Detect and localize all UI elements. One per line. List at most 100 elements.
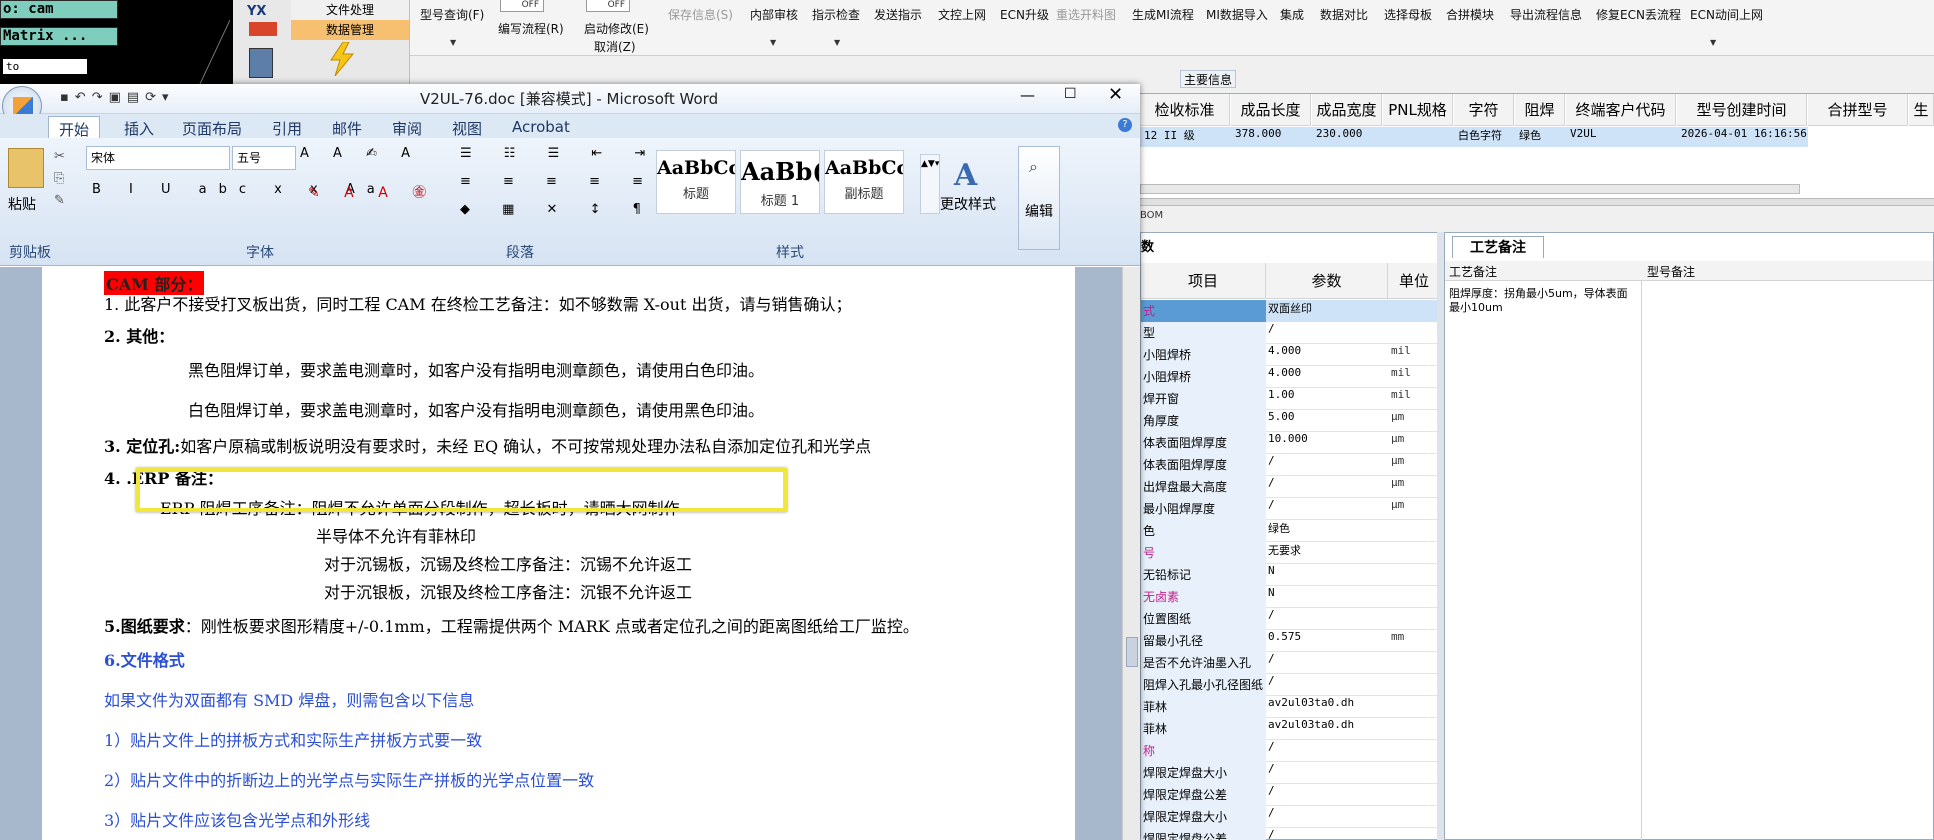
param-item[interactable]: 留最小孔径: [1141, 630, 1266, 652]
param-value[interactable]: /: [1266, 806, 1388, 828]
grid-cell[interactable]: [1383, 127, 1454, 147]
param-item[interactable]: 焊限定焊盘大小: [1141, 762, 1266, 784]
param-unit[interactable]: [1388, 652, 1441, 674]
param-value[interactable]: /: [1266, 322, 1388, 344]
toolbar-internal-review[interactable]: 内部审核: [750, 6, 798, 23]
col-item[interactable]: 项目: [1141, 263, 1266, 299]
param-item[interactable]: 最小阻焊厚度: [1141, 498, 1266, 520]
param-unit[interactable]: [1388, 718, 1441, 740]
process-notes-text[interactable]: 阻焊厚度：拐角最小5um，导体表面最小10um: [1449, 287, 1629, 315]
font-size-select[interactable]: 五号: [232, 146, 296, 170]
col-header[interactable]: 成品宽度: [1312, 94, 1382, 126]
splitter-vertical[interactable]: [1437, 232, 1444, 840]
col-header[interactable]: 成品长度: [1231, 94, 1311, 126]
param-unit[interactable]: μm: [1388, 410, 1441, 432]
param-value[interactable]: 5.00: [1266, 410, 1388, 432]
param-item[interactable]: 出焊盘最大高度: [1141, 476, 1266, 498]
tab-params[interactable]: 数: [1141, 237, 1171, 259]
param-value[interactable]: 4.000: [1266, 344, 1388, 366]
param-row[interactable]: 菲林 av2ul03ta0.dh: [1141, 718, 1441, 740]
param-unit[interactable]: [1388, 806, 1441, 828]
param-item[interactable]: 体表面阻焊厚度: [1141, 432, 1266, 454]
param-row[interactable]: 菲林 av2ul03ta0.dh: [1141, 696, 1441, 718]
edit-button[interactable]: ⌕ 编辑: [1018, 146, 1060, 250]
param-unit[interactable]: [1388, 564, 1441, 586]
param-item[interactable]: 无铅标记: [1141, 564, 1266, 586]
param-item[interactable]: 无卤素: [1141, 586, 1266, 608]
param-item[interactable]: 焊开窗: [1141, 388, 1266, 410]
param-row[interactable]: 体表面阻焊厚度 10.000 μm: [1141, 432, 1441, 454]
col-header[interactable]: PNL规格: [1383, 94, 1453, 126]
param-unit[interactable]: [1388, 608, 1441, 630]
param-row[interactable]: 无铅标记 N: [1141, 564, 1441, 586]
param-item[interactable]: 焊限定焊盘公差: [1141, 784, 1266, 806]
param-unit[interactable]: [1388, 520, 1441, 542]
tab-mailings[interactable]: 邮件: [332, 118, 362, 139]
param-row[interactable]: 体表面阻焊厚度 / μm: [1141, 454, 1441, 476]
param-value[interactable]: 绿色: [1266, 520, 1388, 542]
toolbar-fix-ecn[interactable]: 修复ECN丢流程: [1596, 6, 1681, 23]
param-value[interactable]: 4.000: [1266, 366, 1388, 388]
param-unit[interactable]: mil: [1388, 366, 1441, 388]
toolbar-integrate[interactable]: 集成: [1280, 6, 1304, 23]
param-item[interactable]: 角厚度: [1141, 410, 1266, 432]
param-item[interactable]: 型: [1141, 322, 1266, 344]
param-row[interactable]: 焊限定焊盘公差 /: [1141, 784, 1441, 806]
param-item[interactable]: 菲林: [1141, 696, 1266, 718]
param-value[interactable]: /: [1266, 454, 1388, 476]
close-button[interactable]: ✕: [1108, 84, 1123, 105]
grid-cell[interactable]: 230.000: [1312, 127, 1383, 147]
tab-process-notes[interactable]: 工艺备注: [1452, 236, 1544, 258]
param-unit[interactable]: [1388, 762, 1441, 784]
help-icon[interactable]: ?: [1118, 118, 1132, 132]
param-item[interactable]: 焊限定焊盘大小: [1141, 806, 1266, 828]
param-item[interactable]: 称: [1141, 740, 1266, 762]
tab-review[interactable]: 审阅: [392, 118, 422, 139]
param-unit[interactable]: μm: [1388, 476, 1441, 498]
change-styles-button[interactable]: 更改样式: [940, 194, 996, 214]
toolbar-query[interactable]: 型号查询(F): [420, 6, 484, 23]
param-value[interactable]: 1.00: [1266, 388, 1388, 410]
param-row[interactable]: 焊限定焊盘大小 /: [1141, 762, 1441, 784]
param-row[interactable]: 是否不允许油墨入孔 /: [1141, 652, 1441, 674]
param-row[interactable]: 小阻焊桥 4.000 mil: [1141, 366, 1441, 388]
toolbar-upload[interactable]: 文控上网: [938, 6, 986, 23]
grid-cell[interactable]: V2UL: [1566, 127, 1677, 147]
toggle-off-1[interactable]: OFF: [500, 0, 544, 12]
param-unit[interactable]: [1388, 696, 1441, 718]
param-item[interactable]: 阻焊入孔最小孔径图纸: [1141, 674, 1266, 696]
font-name-select[interactable]: 宋体: [86, 146, 230, 170]
toolbar-ecn-online[interactable]: ECN动间上网: [1690, 6, 1763, 23]
param-row[interactable]: 无卤素 N: [1141, 586, 1441, 608]
param-value[interactable]: 0.575: [1266, 630, 1388, 652]
param-value[interactable]: /: [1266, 762, 1388, 784]
col-header[interactable]: 型号创建时间: [1677, 94, 1807, 126]
toolbar-cancel[interactable]: 取消(Z): [594, 38, 636, 55]
font-color-buttons[interactable]: ✎ A A ㊎: [308, 182, 436, 202]
param-unit[interactable]: [1388, 674, 1441, 696]
param-value[interactable]: /: [1266, 476, 1388, 498]
param-row[interactable]: 色绿色: [1141, 520, 1441, 542]
param-item[interactable]: 焊限定焊盘公差: [1141, 828, 1266, 840]
param-value[interactable]: /: [1266, 740, 1388, 762]
param-value[interactable]: av2ul03ta0.dh: [1266, 696, 1388, 718]
param-unit[interactable]: [1388, 784, 1441, 806]
matrix-button[interactable]: Matrix ...: [0, 27, 118, 46]
toolbar-merge[interactable]: 合拼模块: [1446, 6, 1494, 23]
col-unit[interactable]: 单位: [1388, 263, 1441, 299]
menu-file-processing[interactable]: 文件处理: [291, 0, 409, 20]
col-header[interactable]: 检收标准: [1140, 94, 1230, 126]
param-unit[interactable]: [1388, 300, 1441, 322]
param-row[interactable]: 角厚度 5.00 μm: [1141, 410, 1441, 432]
toolbar-write-flow[interactable]: 编写流程(R): [498, 20, 564, 37]
param-item[interactable]: 体表面阻焊厚度: [1141, 454, 1266, 476]
param-item[interactable]: 小阻焊桥: [1141, 344, 1266, 366]
param-value[interactable]: /: [1266, 608, 1388, 630]
grid-cell[interactable]: 绿色: [1515, 127, 1566, 147]
param-row[interactable]: 最小阻焊厚度 / μm: [1141, 498, 1441, 520]
param-row[interactable]: 式双面丝印: [1141, 300, 1441, 322]
param-item[interactable]: 是否不允许油墨入孔: [1141, 652, 1266, 674]
param-unit[interactable]: [1388, 322, 1441, 344]
toggle-off-2[interactable]: OFF: [586, 0, 630, 12]
param-unit[interactable]: mm: [1388, 630, 1441, 652]
